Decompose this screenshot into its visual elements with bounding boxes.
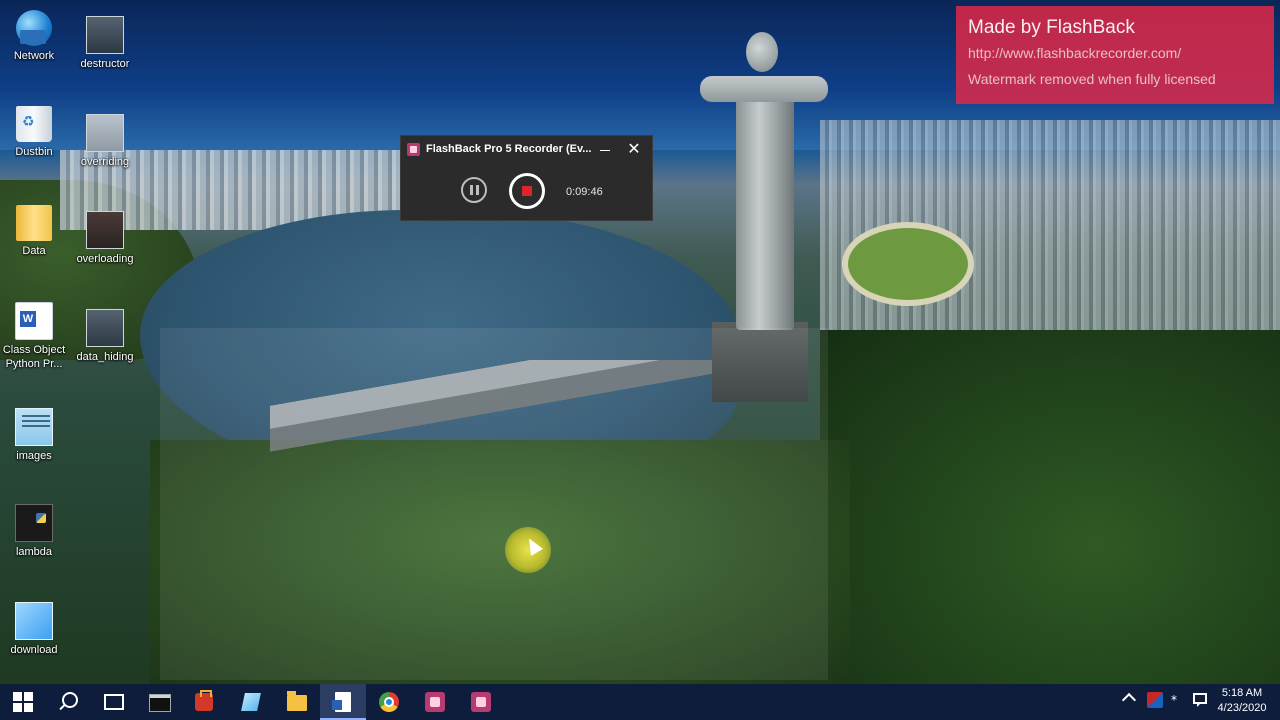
flashback-icon bbox=[471, 692, 491, 712]
wallpaper-racetrack bbox=[842, 222, 974, 306]
network-icon bbox=[16, 10, 52, 46]
desktop-icon-label: Network bbox=[13, 50, 55, 62]
task-view-button[interactable] bbox=[90, 684, 136, 720]
desktop-icon-data[interactable]: Data bbox=[0, 205, 72, 258]
language-flag-icon[interactable] bbox=[1147, 692, 1163, 708]
search-icon bbox=[62, 692, 78, 708]
desktop-icon-lambda[interactable]: lambda bbox=[0, 504, 72, 559]
statue-head bbox=[746, 32, 778, 72]
folder-icon bbox=[16, 205, 52, 241]
task-view-icon bbox=[104, 694, 124, 710]
recorder-title: FlashBack Pro 5 Recorder (Ev... bbox=[426, 143, 592, 155]
desktop-icon-class-object-python[interactable]: Class Object Python Pr... bbox=[0, 302, 72, 371]
desktop-icon-overloading[interactable]: overloading bbox=[67, 211, 143, 266]
taskbar bbox=[0, 684, 1280, 720]
desktop-icon-images[interactable]: images bbox=[0, 408, 72, 463]
word-document-icon bbox=[15, 302, 53, 340]
recycle-bin-icon bbox=[16, 106, 52, 142]
desktop-icon-label: Class Object Python Pr... bbox=[2, 344, 66, 370]
desktop-icon-label: destructor bbox=[80, 58, 130, 70]
desktop-icon-label: Dustbin bbox=[15, 146, 53, 158]
watermark-url: http://www.flashbackrecorder.com/ bbox=[968, 45, 1182, 61]
desktop-icon-data-hiding[interactable]: data_hiding bbox=[67, 309, 143, 364]
image-thumbnail-icon bbox=[86, 309, 124, 347]
search-button[interactable] bbox=[46, 684, 92, 720]
image-thumbnail-icon bbox=[86, 114, 124, 152]
folder-icon bbox=[287, 691, 307, 711]
clock-time: 5:18 AM bbox=[1221, 687, 1263, 699]
clock-date: 4/23/2020 bbox=[1217, 702, 1267, 714]
close-button[interactable]: ✕ bbox=[626, 140, 642, 158]
command-prompt-button[interactable] bbox=[136, 684, 182, 720]
python-document-button[interactable] bbox=[320, 684, 366, 720]
flashback-recorder-button[interactable] bbox=[458, 684, 504, 720]
desktop-icon-dustbin[interactable]: Dustbin bbox=[0, 106, 72, 159]
desktop-icon-label: overloading bbox=[76, 253, 134, 265]
start-button[interactable] bbox=[0, 684, 46, 720]
desktop-icon-destructor[interactable]: destructor bbox=[67, 16, 143, 71]
statue-arms bbox=[700, 76, 828, 102]
recording-timer: 0:09:46 bbox=[566, 186, 603, 198]
image-thumbnail-icon bbox=[86, 211, 124, 249]
image-thumbnail-icon bbox=[15, 504, 53, 542]
flashback-icon bbox=[407, 143, 420, 156]
faded-console-window bbox=[160, 328, 828, 680]
stop-recording-button[interactable] bbox=[509, 173, 545, 209]
notifications-icon[interactable] bbox=[1193, 693, 1207, 707]
desktop-icon-label: download bbox=[10, 644, 58, 656]
watermark-note: Watermark removed when fully licensed bbox=[968, 71, 1216, 87]
network-status-icon[interactable]: * bbox=[1166, 692, 1182, 708]
watermark-title: Made by FlashBack bbox=[968, 17, 1135, 38]
desktop-icon-network[interactable]: Network bbox=[0, 10, 72, 63]
desktop-icon-label: data_hiding bbox=[76, 351, 134, 363]
notes-app-button[interactable] bbox=[228, 684, 274, 720]
windows-logo-icon bbox=[13, 692, 33, 712]
taskbar-clock[interactable]: 5:18 AM 4/23/2020 bbox=[1216, 686, 1268, 716]
file-explorer-button[interactable] bbox=[274, 684, 320, 720]
toolbox-app-button[interactable] bbox=[182, 684, 228, 720]
desktop-icon-label: Data bbox=[22, 245, 46, 257]
notes-icon bbox=[241, 693, 261, 711]
statue-body bbox=[736, 80, 794, 330]
flashback-icon bbox=[425, 692, 445, 712]
flashback-player-button[interactable] bbox=[412, 684, 458, 720]
desktop-icon-label: images bbox=[16, 450, 52, 462]
recorder-window: FlashBack Pro 5 Recorder (Ev... ✕ 0:09:4… bbox=[400, 135, 653, 221]
minimize-button[interactable] bbox=[598, 140, 612, 158]
image-file-icon bbox=[15, 602, 53, 640]
recorder-titlebar[interactable]: FlashBack Pro 5 Recorder (Ev... ✕ bbox=[401, 136, 652, 164]
image-thumbnail-icon bbox=[86, 16, 124, 54]
terminal-icon bbox=[149, 694, 171, 712]
desktop-icon-label: lambda bbox=[15, 546, 53, 558]
desktop-icon-download[interactable]: download bbox=[0, 602, 72, 657]
chrome-icon bbox=[379, 692, 399, 712]
document-icon bbox=[332, 692, 351, 712]
desktop-icon-overriding[interactable]: overriding bbox=[67, 114, 143, 169]
pause-button[interactable] bbox=[461, 177, 487, 203]
chrome-button[interactable] bbox=[366, 684, 412, 720]
desktop-icon-label: overriding bbox=[80, 156, 130, 168]
flashback-watermark: Made by FlashBack http://www.flashbackre… bbox=[956, 6, 1274, 104]
image-file-icon bbox=[15, 408, 53, 446]
toolbox-icon bbox=[195, 690, 213, 711]
